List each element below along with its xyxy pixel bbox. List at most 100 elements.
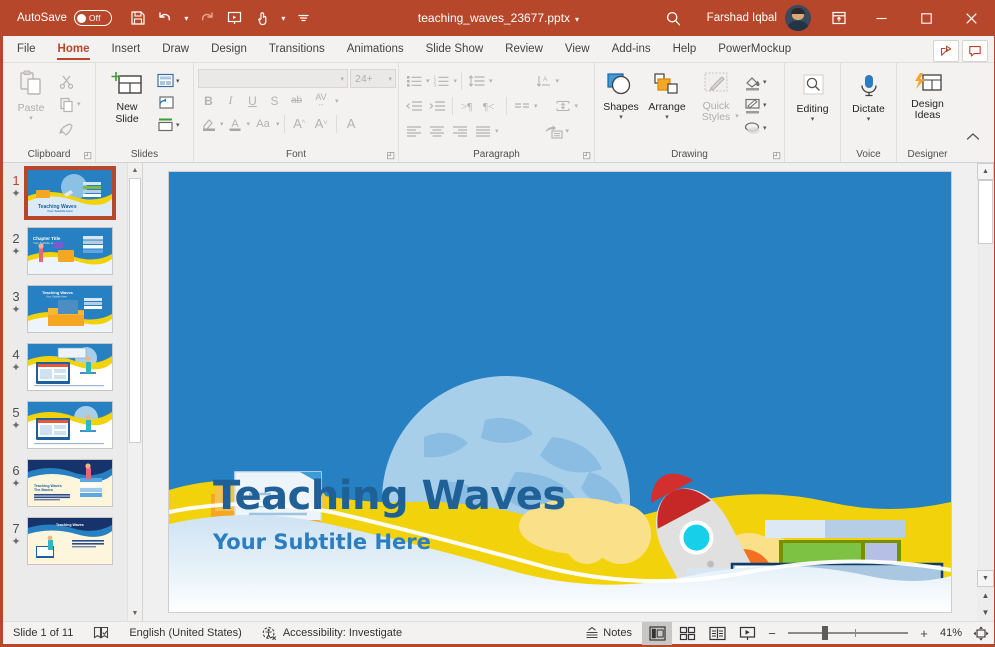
- normal-view-button[interactable]: [642, 622, 672, 645]
- font-color-button[interactable]: A: [225, 113, 246, 134]
- bold-button[interactable]: B: [198, 90, 219, 111]
- slide-thumbnail-4[interactable]: 4 ✦: [3, 343, 142, 391]
- section-dropdown-icon[interactable]: ▾: [176, 121, 180, 129]
- tab-transitions[interactable]: Transitions: [258, 35, 336, 62]
- justify-button[interactable]: [472, 120, 494, 142]
- document-title[interactable]: teaching_waves_23677.pptx: [418, 11, 570, 25]
- text-highlight-dropdown-icon[interactable]: ▾: [220, 120, 224, 128]
- shape-fill-icon[interactable]: [741, 71, 763, 93]
- arrange-button[interactable]: Arrange ▾: [643, 70, 691, 123]
- thumbnail-image-7[interactable]: Teaching Waves: [27, 517, 113, 565]
- thumbnail-scroll-thumb[interactable]: [129, 178, 141, 443]
- tab-insert[interactable]: Insert: [100, 35, 151, 62]
- justify-dropdown-icon[interactable]: ▾: [495, 127, 499, 135]
- convert-to-smartart-button[interactable]: [543, 120, 565, 142]
- quick-styles-dropdown-icon[interactable]: ▾: [735, 112, 739, 120]
- language-status[interactable]: English (United States): [119, 622, 252, 645]
- tab-powermockup[interactable]: PowerMockup: [707, 35, 802, 62]
- shape-outline-icon[interactable]: [741, 94, 763, 116]
- next-slide-icon[interactable]: ▼: [977, 604, 994, 621]
- align-text-button[interactable]: [552, 95, 574, 117]
- scroll-up-icon[interactable]: ▲: [977, 163, 994, 180]
- rtl-text-direction-button[interactable]: ¶<: [480, 95, 502, 117]
- zoom-percent-label[interactable]: 41%: [934, 627, 968, 639]
- arrange-dropdown-icon[interactable]: ▾: [665, 113, 669, 121]
- fit-to-window-button[interactable]: [968, 622, 994, 645]
- thumbnail-image-1[interactable]: Teaching Waves Your Subtitle Here: [27, 169, 113, 217]
- slide-thumbnail-3[interactable]: 3 ✦ Teaching Waves Your Subtitle Here: [3, 285, 142, 333]
- increase-font-size-button[interactable]: A^: [289, 113, 310, 134]
- design-ideas-button[interactable]: Design Ideas: [901, 70, 954, 123]
- numbering-dropdown-icon[interactable]: ▾: [454, 77, 458, 85]
- slide-thumbnail-2[interactable]: 2 ✦ Chapter Title Your Subtitle Here: [3, 227, 142, 275]
- shapes-button[interactable]: Shapes ▾: [599, 70, 643, 123]
- thumbnail-image-6[interactable]: Teaching Waves The Basics: [27, 459, 113, 507]
- copy-icon[interactable]: [55, 93, 77, 115]
- font-size-dropdown-icon[interactable]: ▾: [388, 75, 392, 83]
- touch-mode-icon[interactable]: [249, 5, 277, 31]
- ltr-text-direction-button[interactable]: >¶: [457, 95, 479, 117]
- animation-star-icon-1[interactable]: ✦: [11, 189, 20, 200]
- clear-formatting-button[interactable]: A: [341, 113, 362, 134]
- paragraph-dialog-launcher-icon[interactable]: ◰: [582, 150, 591, 161]
- new-slide-button[interactable]: New Slide: [100, 68, 154, 127]
- line-spacing-dropdown-icon[interactable]: ▾: [489, 77, 493, 85]
- tab-slide-show[interactable]: Slide Show: [415, 35, 495, 62]
- bullets-button[interactable]: [403, 70, 425, 92]
- reset-icon[interactable]: [154, 92, 176, 114]
- change-case-dropdown-icon[interactable]: ▾: [276, 120, 280, 128]
- editing-button[interactable]: Editing ▾: [789, 72, 836, 125]
- text-highlight-color-button[interactable]: [198, 113, 219, 134]
- spell-check-status[interactable]: [83, 622, 119, 645]
- thumbnail-scroll-down-icon[interactable]: ▼: [128, 606, 142, 621]
- format-painter-icon[interactable]: [55, 116, 77, 138]
- tab-review[interactable]: Review: [494, 35, 554, 62]
- tab-animations[interactable]: Animations: [336, 35, 415, 62]
- italic-button[interactable]: I: [220, 90, 241, 111]
- clipboard-dialog-launcher-icon[interactable]: ◰: [83, 150, 92, 161]
- animation-star-icon-6[interactable]: ✦: [11, 479, 20, 490]
- font-name-dropdown-icon[interactable]: ▾: [340, 75, 344, 83]
- undo-dropdown-icon[interactable]: ▾: [180, 5, 193, 31]
- animation-star-icon-2[interactable]: ✦: [11, 247, 20, 258]
- thumbnail-scrollbar[interactable]: ▲ ▼: [127, 163, 142, 621]
- slide-thumbnail-1[interactable]: 1 ✦: [3, 169, 142, 217]
- tab-draw[interactable]: Draw: [151, 35, 200, 62]
- slide-thumbnail-6[interactable]: 6 ✦ Teaching Waves The Basics: [3, 459, 142, 507]
- align-left-button[interactable]: [403, 120, 425, 142]
- align-right-button[interactable]: [449, 120, 471, 142]
- decrease-indent-button[interactable]: [403, 95, 425, 117]
- quick-styles-button[interactable]: Quick Styles ▾: [691, 70, 741, 133]
- animation-star-icon-7[interactable]: ✦: [11, 537, 20, 548]
- close-button[interactable]: [949, 0, 994, 36]
- autosave-toggle[interactable]: Off: [74, 10, 112, 26]
- collapse-ribbon-icon[interactable]: [962, 126, 984, 148]
- strikethrough-button[interactable]: ab: [286, 90, 307, 111]
- numbering-button[interactable]: 123: [431, 70, 453, 92]
- notes-button[interactable]: Notes: [575, 622, 642, 645]
- font-name-input[interactable]: ▾: [198, 69, 348, 88]
- zoom-slider-knob[interactable]: [822, 626, 828, 640]
- tab-view[interactable]: View: [554, 35, 601, 62]
- align-center-button[interactable]: [426, 120, 448, 142]
- font-color-dropdown-icon[interactable]: ▾: [247, 120, 251, 128]
- scroll-thumb[interactable]: [978, 180, 993, 244]
- previous-slide-icon[interactable]: ▲: [977, 587, 994, 604]
- scroll-down-icon[interactable]: ▼: [977, 570, 994, 587]
- ribbon-display-options-icon[interactable]: [819, 3, 859, 33]
- animation-star-icon-4[interactable]: ✦: [11, 363, 20, 374]
- animation-star-icon-5[interactable]: ✦: [11, 421, 20, 432]
- change-case-button[interactable]: Aa: [251, 113, 275, 134]
- reading-view-button[interactable]: [702, 622, 732, 645]
- user-account[interactable]: Farshad Iqbal: [697, 3, 819, 33]
- copy-dropdown-icon[interactable]: ▾: [77, 100, 81, 108]
- slide-sorter-view-button[interactable]: [672, 622, 702, 645]
- editing-dropdown-icon[interactable]: ▾: [811, 115, 815, 123]
- thumbnail-scroll-up-icon[interactable]: ▲: [128, 163, 142, 178]
- zoom-in-button[interactable]: +: [914, 622, 934, 645]
- smartart-dropdown-icon[interactable]: ▾: [566, 127, 570, 135]
- accessibility-status[interactable]: Accessibility: Investigate: [252, 622, 412, 645]
- font-dialog-launcher-icon[interactable]: ◰: [386, 150, 395, 161]
- animation-star-icon-3[interactable]: ✦: [11, 305, 20, 316]
- slide-counter[interactable]: Slide 1 of 11: [3, 622, 83, 645]
